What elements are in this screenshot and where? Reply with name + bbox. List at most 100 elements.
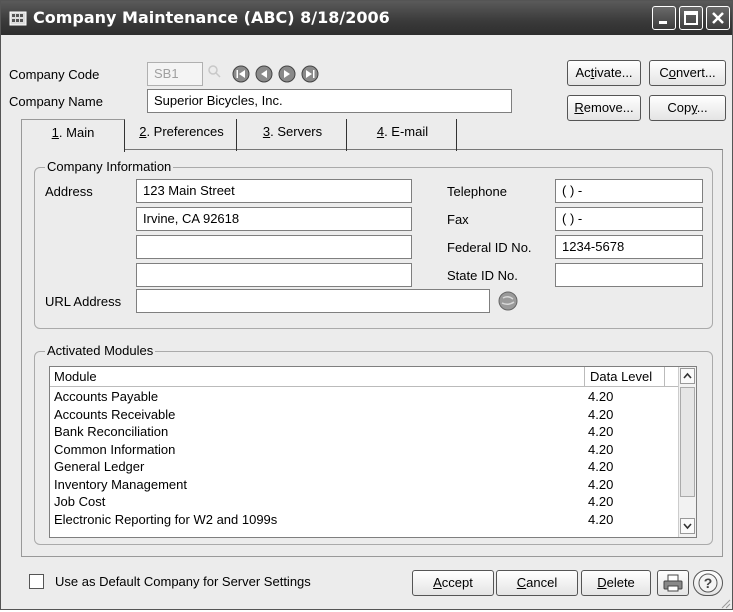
company-information-title: Company Information: [45, 159, 174, 174]
accept-label-post: ccept: [441, 575, 473, 590]
module-data-level: 4.20: [588, 511, 614, 527]
tab-main[interactable]: 1. Main: [21, 119, 125, 152]
scroll-down-button[interactable]: [680, 518, 695, 534]
modules-listbox[interactable]: Module Data Level Accounts Payable 4.20 Ac…: [49, 366, 697, 538]
module-name: Bank Reconciliation: [54, 424, 169, 439]
scroll-thumb[interactable]: [680, 387, 695, 497]
close-icon: [712, 12, 724, 24]
module-name: Electronic Reporting for W2 and 1099s: [54, 511, 278, 527]
lookup-icon[interactable]: [207, 64, 221, 81]
module-name: Common Information: [54, 441, 176, 457]
list-item[interactable]: Accounts Payable 4.20: [50, 389, 678, 406]
accept-button[interactable]: Accept: [412, 570, 494, 596]
svg-text:?: ?: [704, 575, 713, 591]
title-bar[interactable]: Company Maintenance (ABC) 8/18/2006: [1, 1, 732, 35]
copy-label-pre: Cop: [667, 100, 692, 115]
state-id-field[interactable]: [555, 263, 703, 287]
list-item[interactable]: Job Cost 4.20: [50, 494, 678, 511]
copy-button[interactable]: Copy...: [649, 95, 726, 121]
company-name-label: Company Name: [9, 94, 103, 109]
module-data-level: 4.20: [588, 406, 614, 422]
first-record-icon[interactable]: [232, 65, 250, 83]
help-button[interactable]: ?: [693, 570, 723, 596]
next-record-icon[interactable]: [278, 65, 296, 83]
globe-icon[interactable]: [497, 290, 519, 315]
module-data-level: 4.20: [588, 476, 614, 492]
address-line-2[interactable]: Irvine, CA 92618: [136, 207, 412, 231]
list-item[interactable]: Common Information 4.20: [50, 442, 678, 459]
column-header-data-level[interactable]: Data Level: [590, 369, 652, 384]
activate-label-pre: Ac: [575, 65, 591, 80]
tab-email-label: . E-mail: [384, 124, 429, 139]
column-header-module[interactable]: Module: [54, 369, 97, 384]
url-address-label: URL Address: [45, 294, 122, 309]
convert-hotkey: o: [668, 65, 676, 80]
list-item[interactable]: Accounts Receivable 4.20: [50, 407, 678, 424]
close-button[interactable]: [706, 6, 730, 30]
address-label: Address: [45, 184, 93, 199]
module-data-level: 4.20: [588, 441, 614, 457]
convert-label-post: nvert...: [675, 65, 716, 80]
fax-label: Fax: [447, 212, 469, 227]
activated-modules-title: Activated Modules: [45, 343, 156, 358]
modules-list-header: Module Data Level: [50, 367, 678, 387]
maximize-button[interactable]: [679, 6, 703, 30]
module-data-level: 4.20: [588, 459, 614, 474]
convert-button[interactable]: Convert...: [649, 60, 726, 86]
state-id-label: State ID No.: [447, 268, 518, 283]
list-item[interactable]: Inventory Management 4.20: [50, 477, 678, 494]
address-line-3[interactable]: [136, 235, 412, 259]
default-company-label: Use as Default Company for Server Settin…: [55, 574, 311, 589]
telephone-label: Telephone: [447, 184, 507, 199]
company-code-field[interactable]: SB1: [147, 62, 203, 86]
remove-button[interactable]: Remove...: [567, 95, 641, 121]
module-data-level: 4.20: [588, 389, 614, 404]
federal-id-field[interactable]: 1234-5678: [555, 235, 703, 259]
url-address-field[interactable]: [136, 289, 490, 313]
module-data-level: 4.20: [588, 494, 614, 509]
cancel-hotkey: C: [516, 575, 527, 590]
last-record-icon[interactable]: [301, 65, 319, 83]
module-name: General Ledger: [54, 459, 145, 474]
window-title: Company Maintenance (ABC) 8/18/2006: [33, 8, 390, 27]
convert-label-pre: C: [659, 65, 669, 80]
copy-label-post: ...: [696, 100, 708, 115]
tab-main-label: . Main: [58, 125, 95, 140]
list-item[interactable]: Bank Reconciliation 4.20: [50, 424, 678, 441]
module-data-level: 4.20: [588, 424, 614, 439]
scroll-up-button[interactable]: [680, 368, 695, 384]
company-maintenance-window: Company Maintenance (ABC) 8/18/2006 Comp…: [0, 0, 733, 610]
telephone-field[interactable]: ( ) -: [555, 179, 703, 203]
company-app-icon: [9, 9, 27, 27]
tab-preferences[interactable]: 2. Preferences: [127, 119, 237, 151]
column-divider[interactable]: [664, 367, 665, 387]
default-company-checkbox[interactable]: [29, 574, 44, 589]
address-line-4[interactable]: [136, 263, 412, 287]
fax-field[interactable]: ( ) -: [555, 207, 703, 231]
tab-main-hotkey: 1: [51, 125, 59, 140]
print-button[interactable]: [657, 570, 689, 596]
module-name: Inventory Management: [54, 476, 187, 492]
cancel-button[interactable]: Cancel: [496, 570, 578, 596]
list-item[interactable]: General Ledger 4.20: [50, 459, 678, 476]
tab-email[interactable]: 4. E-mail: [349, 119, 457, 151]
remove-hotkey: R: [574, 100, 584, 115]
module-name: Accounts Payable: [54, 389, 159, 404]
help-icon: ?: [698, 573, 718, 593]
delete-label-post: elete: [606, 575, 635, 590]
maximize-icon: [684, 11, 698, 25]
company-name-field[interactable]: Superior Bicycles, Inc.: [147, 89, 512, 113]
list-item[interactable]: Electronic Reporting for W2 and 1099s 4.2…: [50, 512, 678, 529]
module-name: Accounts Receivable: [54, 406, 176, 422]
address-line-1[interactable]: 123 Main Street: [136, 179, 412, 203]
chevron-up-icon: [683, 372, 692, 379]
delete-button[interactable]: Delete: [581, 570, 651, 596]
modules-scrollbar[interactable]: [678, 367, 696, 537]
tab-servers[interactable]: 3. Servers: [239, 119, 347, 151]
tab-email-hotkey: 4: [376, 124, 385, 139]
column-divider[interactable]: [584, 367, 585, 387]
previous-record-icon[interactable]: [255, 65, 273, 83]
accept-hotkey: A: [433, 575, 442, 590]
minimize-button[interactable]: [652, 6, 676, 30]
activate-button[interactable]: Activate...: [567, 60, 641, 86]
